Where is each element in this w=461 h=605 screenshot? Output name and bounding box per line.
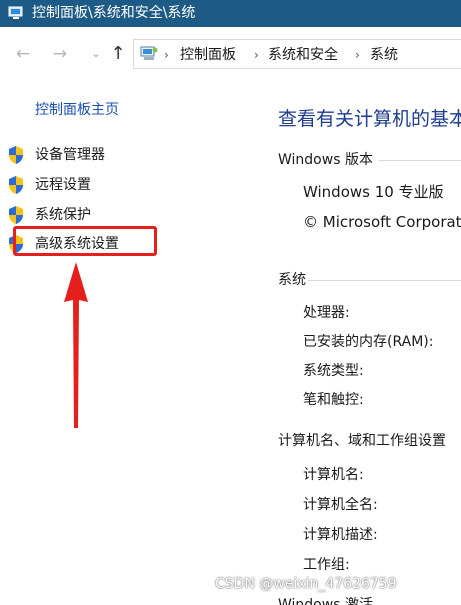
section-title-activation: Windows 激活 <box>278 597 373 605</box>
section-title-windows-edition: Windows 版本 <box>278 152 373 168</box>
arrow-right-icon[interactable]: → <box>49 43 71 65</box>
title-bar: 控制面板\系统和安全\系统 <box>0 0 461 27</box>
control-panel-icon <box>140 46 158 60</box>
full-computer-name-label: 计算机全名: <box>303 497 378 513</box>
breadcrumb-control-panel[interactable]: 控制面板 <box>180 45 236 65</box>
annotation-highlight-box <box>13 226 157 256</box>
sidebar-item-label: 系统保护 <box>35 207 91 223</box>
arrow-up-icon[interactable]: ↑ <box>107 43 129 65</box>
system-type-label: 系统类型: <box>303 363 364 379</box>
processor-label: 处理器: <box>303 305 350 321</box>
section-divider <box>379 160 461 161</box>
section-title-computer-name: 计算机名、域和工作组设置 <box>278 433 446 449</box>
copyright-text: © Microsoft Corporation <box>303 213 461 231</box>
computer-icon <box>8 6 23 19</box>
address-bar[interactable]: › 控制面板 › 系统和安全 › 系统 <box>133 39 461 69</box>
navigation-bar: ← → ⌄ ↑ › 控制面板 › 系统和安全 › 系统 <box>0 27 461 84</box>
arrow-left-icon[interactable]: ← <box>12 43 34 65</box>
workgroup-label: 工作组: <box>303 557 350 573</box>
sidebar-item-label: 设备管理器 <box>35 147 105 163</box>
main-content: 查看有关计算机的基本信息 Windows 版本 Windows 10 专业版 ©… <box>262 84 461 605</box>
pen-touch-label: 笔和触控: <box>303 392 364 408</box>
breadcrumb-system-security[interactable]: 系统和安全 <box>268 45 338 65</box>
computer-name-label: 计算机名: <box>303 467 364 483</box>
window-title: 控制面板\系统和安全\系统 <box>32 5 196 21</box>
shield-icon <box>9 176 23 194</box>
chevron-right-icon[interactable]: › <box>355 45 360 65</box>
section-divider <box>308 280 461 281</box>
shield-icon <box>9 146 23 164</box>
watermark-text: CSDN @weixin_47626759 <box>215 576 397 592</box>
ram-label: 已安装的内存(RAM): <box>303 334 434 350</box>
section-title-system: 系统 <box>278 272 306 288</box>
breadcrumb-system[interactable]: 系统 <box>370 45 398 65</box>
left-pane: 控制面板主页 设备管理器 远程设置 系统保护 高级系统设置 <box>0 84 250 605</box>
shield-icon <box>9 206 23 224</box>
chevron-right-icon[interactable]: › <box>254 45 259 65</box>
chevron-down-icon[interactable]: ⌄ <box>85 43 107 65</box>
sidebar-item-label: 远程设置 <box>35 177 91 193</box>
control-panel-home-link[interactable]: 控制面板主页 <box>35 100 119 120</box>
computer-description-label: 计算机描述: <box>303 527 378 543</box>
windows-edition-value: Windows 10 专业版 <box>303 183 444 201</box>
annotation-arrow-icon <box>64 262 88 428</box>
page-title: 查看有关计算机的基本信息 <box>278 108 461 130</box>
chevron-right-icon[interactable]: › <box>164 45 169 65</box>
